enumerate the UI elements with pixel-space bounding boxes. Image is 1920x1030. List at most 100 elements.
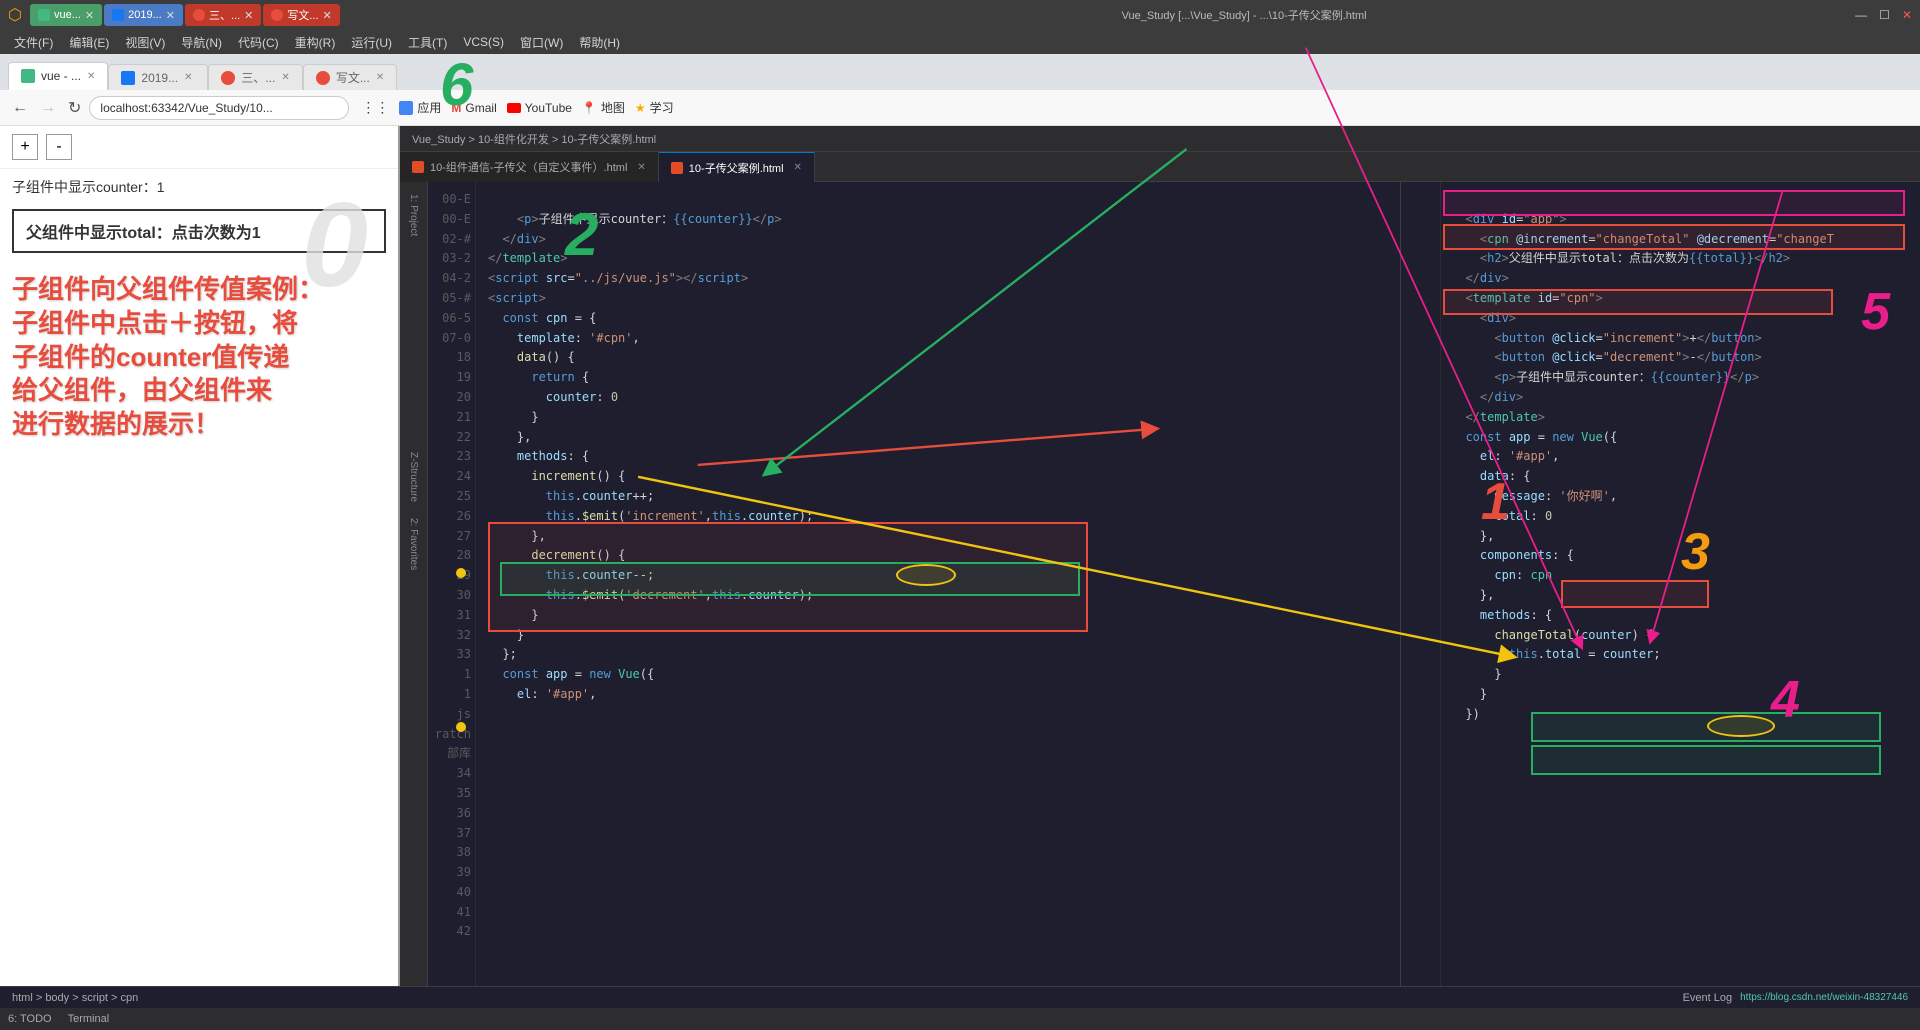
- terminal-item[interactable]: Terminal: [68, 1013, 110, 1025]
- c1-tab-close[interactable]: ✕: [244, 9, 253, 22]
- ide-file-tabs: 10-组件通信-子传父（自定义事件）.html ✕ 10-子传父案例.html …: [400, 152, 1920, 182]
- back-button[interactable]: ←: [8, 97, 32, 119]
- maps-bk-icon: 📍: [582, 101, 597, 115]
- annotation-text: 子组件向父组件传值案例： 子组件中点击＋按钮，将 子组件的counter值传递 …: [0, 257, 398, 458]
- browser-tabs-row: vue - ... ✕ 2019... ✕ 三、... ✕ 写文... ✕: [0, 54, 1920, 90]
- 2019-browser-close[interactable]: ✕: [184, 72, 192, 83]
- favorites-label[interactable]: 2: Favorites: [406, 514, 421, 574]
- c1-tab-icon: [193, 9, 205, 21]
- san-browser-close[interactable]: ✕: [281, 72, 289, 83]
- menu-view[interactable]: 视图(V): [119, 32, 171, 53]
- breadcrumb-bottom-text: html > body > script > cpn: [12, 992, 1675, 1004]
- 2019-browser-label: 2019...: [141, 71, 178, 85]
- address-bar-row: ← → ↻ ⋮⋮ 应用 M Gmail YouTube 📍 地图 ★: [0, 90, 1920, 126]
- menu-code[interactable]: 代码(C): [232, 32, 285, 53]
- minus-button[interactable]: -: [46, 134, 72, 160]
- bottom-breadcrumb: html > body > script > cpn Event Log htt…: [0, 986, 1920, 1008]
- plus-button[interactable]: +: [12, 134, 38, 160]
- title-bar: ⬡ vue... ✕ 2019... ✕ 三、... ✕ 写文... ✕ Vue…: [0, 0, 1920, 30]
- ide-tab-1-close[interactable]: ✕: [637, 162, 645, 173]
- bookmark-gmail[interactable]: M Gmail: [451, 101, 496, 115]
- ide-breadcrumb-bar: Vue_Study > 10-组件化开发 > 10-子传父案例.html: [400, 126, 1920, 152]
- bookmark-maps[interactable]: 📍 地图: [582, 99, 625, 116]
- maximize-btn[interactable]: ☐: [1879, 8, 1890, 22]
- bookmark-youtube[interactable]: YouTube: [507, 101, 572, 115]
- ide-tab-1[interactable]: 10-组件通信-子传父（自定义事件）.html ✕: [400, 152, 659, 182]
- todo-item[interactable]: 6: TODO: [8, 1013, 52, 1025]
- project-panel-strip: 1: Project Z-Structure 2: Favorites: [400, 182, 428, 986]
- bottom-url: https://blog.csdn.net/weixin-48327446: [1740, 992, 1908, 1003]
- menu-file[interactable]: 文件(F): [8, 32, 59, 53]
- left-code-panel: 00-E 00-E 02-# 03-2 04-2 05-# 06-5 07-0 …: [428, 182, 1400, 986]
- close-btn[interactable]: ✕: [1902, 8, 1912, 22]
- title-tabs: vue... ✕ 2019... ✕ 三、... ✕ 写文... ✕: [30, 4, 633, 26]
- 2019-tab-label: 2019...: [128, 9, 162, 21]
- bookmark-apps[interactable]: 应用: [399, 99, 441, 116]
- menu-help[interactable]: 帮助(H): [573, 32, 626, 53]
- ide-tab-1-label: 10-组件通信-子传父（自定义事件）.html: [430, 159, 627, 175]
- event-log[interactable]: Event Log: [1683, 992, 1733, 1004]
- c2-tab-close[interactable]: ✕: [323, 9, 332, 22]
- vue-tab-close[interactable]: ✕: [85, 9, 94, 22]
- address-input[interactable]: [89, 96, 349, 120]
- code-content: <p>子组件中显示counter：{{counter}}</p> </div> …: [476, 182, 1400, 986]
- project-label[interactable]: 1: Project: [406, 190, 421, 240]
- menu-tools[interactable]: 工具(T): [402, 32, 453, 53]
- num-1-label: 1: [1481, 472, 1510, 532]
- youtube-bk-icon: [507, 103, 521, 113]
- bookmarks-bar: ⋮⋮ 应用 M Gmail YouTube 📍 地图 ★ 学习: [361, 99, 673, 116]
- num-3-label: 3: [1681, 522, 1710, 582]
- title-tab-vue[interactable]: vue... ✕: [30, 4, 102, 26]
- gmail-bk-icon: M: [451, 101, 461, 115]
- title-tab-2019[interactable]: 2019... ✕: [104, 4, 183, 26]
- ide-tab-2-close[interactable]: ✕: [794, 162, 802, 173]
- browser-tab-write[interactable]: 写文... ✕: [303, 64, 397, 90]
- c2-tab-label: 写文...: [287, 7, 318, 23]
- learn-bk-icon: ★: [635, 101, 646, 115]
- window-title: Vue_Study [...\Vue_Study] - ...\10-子传父案例…: [641, 7, 1847, 23]
- ide-area: Vue_Study > 10-组件化开发 > 10-子传父案例.html 10-…: [400, 126, 1920, 986]
- title-tab-c2[interactable]: 写文... ✕: [263, 4, 339, 26]
- c2-tab-icon: [271, 9, 283, 21]
- forward-button[interactable]: →: [36, 97, 60, 119]
- right-line-numbers: [1401, 182, 1441, 986]
- 2019-tab-close[interactable]: ✕: [166, 9, 175, 22]
- san-browser-label: 三、...: [241, 69, 275, 86]
- c1-tab-label: 三、...: [209, 7, 240, 23]
- browser-chrome: vue - ... ✕ 2019... ✕ 三、... ✕ 写文... ✕ ← …: [0, 54, 1920, 126]
- menu-edit[interactable]: 编辑(E): [63, 32, 115, 53]
- apps-bk-icon: [399, 101, 413, 115]
- breadcrumb-text: Vue_Study > 10-组件化开发 > 10-子传父案例.html: [412, 131, 656, 147]
- menu-window[interactable]: 窗口(W): [514, 32, 569, 53]
- structure-label[interactable]: Z-Structure: [406, 448, 421, 506]
- reload-button[interactable]: ↻: [64, 96, 85, 120]
- num-5-label: 5: [1861, 282, 1890, 342]
- bookmark-learn[interactable]: ★ 学习: [635, 99, 674, 116]
- browser-window: + - 0 子组件中显示counter：1 父组件中显示total：点击次数为1…: [0, 126, 400, 986]
- minimize-btn[interactable]: —: [1855, 8, 1867, 22]
- vue-tab-icon: [38, 9, 50, 21]
- write-browser-icon: [316, 71, 330, 85]
- title-tab-c1[interactable]: 三、... ✕: [185, 4, 261, 26]
- browser-tab-san[interactable]: 三、... ✕: [208, 64, 302, 90]
- line-numbers: 00-E 00-E 02-# 03-2 04-2 05-# 06-5 07-0 …: [428, 182, 476, 986]
- gmail-bk-label: Gmail: [465, 101, 496, 115]
- apps-icon[interactable]: ⋮⋮: [361, 99, 389, 116]
- mini-toolbar: + - 0: [0, 126, 398, 169]
- menu-nav[interactable]: 导航(N): [175, 32, 228, 53]
- write-browser-close[interactable]: ✕: [376, 72, 384, 83]
- browser-tab-2019[interactable]: 2019... ✕: [108, 64, 208, 90]
- apps-bk-label: 应用: [417, 99, 441, 116]
- menu-run[interactable]: 运行(U): [345, 32, 398, 53]
- ide-tab-2[interactable]: 10-子传父案例.html ✕: [659, 152, 815, 182]
- html-icon-1: [412, 161, 424, 173]
- window-controls[interactable]: — ☐ ✕: [1855, 8, 1912, 22]
- menu-refactor[interactable]: 重构(R): [289, 32, 342, 53]
- 2019-browser-icon: [121, 71, 135, 85]
- menu-vcs[interactable]: VCS(S): [457, 33, 510, 51]
- html-icon-2: [671, 162, 683, 174]
- vue-browser-close[interactable]: ✕: [87, 71, 95, 82]
- vue-browser-icon: [21, 69, 35, 83]
- write-browser-label: 写文...: [336, 69, 370, 86]
- browser-tab-vue[interactable]: vue - ... ✕: [8, 62, 108, 90]
